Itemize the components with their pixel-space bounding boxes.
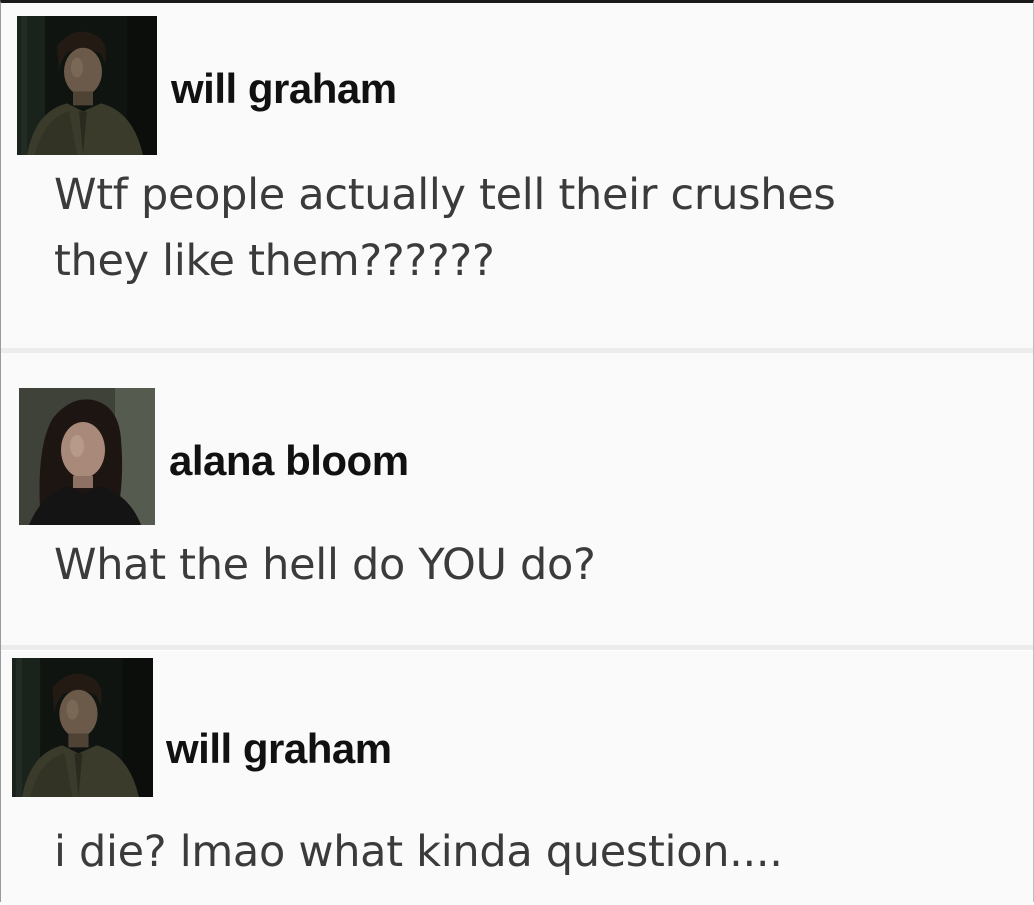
avatar[interactable]	[19, 388, 155, 525]
post: will graham i die? lmao what kinda quest…	[1, 651, 1033, 905]
avatar[interactable]	[12, 658, 153, 797]
username[interactable]: will graham	[166, 725, 392, 773]
message-text: Wtf people actually tell their crushes t…	[54, 170, 836, 286]
username[interactable]: will graham	[171, 65, 397, 113]
username[interactable]: alana bloom	[169, 437, 409, 485]
message-text: What the hell do YOU do?	[54, 540, 596, 590]
user-avatar-icon	[19, 388, 155, 525]
message-text: i die? lmao what kinda question....	[54, 827, 783, 877]
user-avatar-icon	[12, 658, 153, 797]
avatar[interactable]	[17, 16, 157, 155]
user-avatar-icon	[17, 16, 157, 155]
post-thread: will graham Wtf people actually tell the…	[0, 0, 1034, 905]
divider	[1, 645, 1033, 650]
post: will graham Wtf people actually tell the…	[1, 3, 1033, 348]
post: alana bloom What the hell do YOU do?	[1, 353, 1033, 645]
